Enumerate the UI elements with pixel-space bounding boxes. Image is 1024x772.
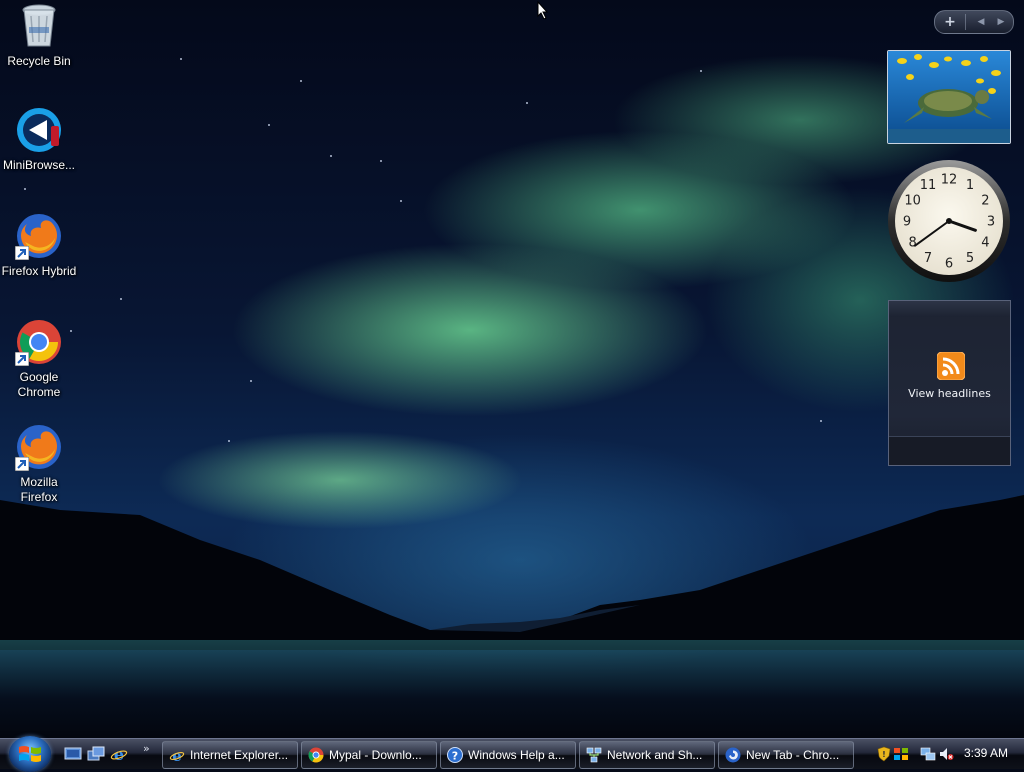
clock-numeral: 2 (981, 194, 989, 209)
clock-numeral: 5 (966, 251, 974, 266)
taskbar-item-internet-explorer[interactable]: e Internet Explorer... (162, 741, 298, 769)
chrome-icon (15, 318, 63, 366)
rss-icon (937, 352, 965, 380)
clock-numeral: 1 (966, 178, 974, 193)
taskbar-item-network-sharing[interactable]: Network and Sh... (579, 741, 715, 769)
sidebar-controls: + ◀ ▶ (934, 10, 1014, 34)
clock-numeral: 9 (903, 215, 911, 230)
taskbar-item-new-tab[interactable]: New Tab - Chro... (718, 741, 854, 769)
desktop-icon-label: Mozilla Firefox (20, 475, 58, 504)
clock-numeral: 4 (981, 236, 989, 251)
clock-numeral: 12 (941, 173, 958, 188)
svg-text:!: ! (882, 750, 886, 759)
feed-headlines-gadget[interactable]: View headlines (888, 300, 1011, 466)
firefox-icon (15, 212, 63, 260)
show-desktop-icon[interactable] (64, 745, 82, 763)
view-headlines-link[interactable]: View headlines (889, 387, 1010, 400)
next-page-button[interactable]: ▶ (991, 11, 1011, 33)
taskbar-item-label: Windows Help a... (468, 748, 565, 762)
switch-windows-icon[interactable] (87, 745, 105, 763)
add-gadget-button[interactable]: + (935, 11, 965, 33)
taskbar-item-mypal[interactable]: Mypal - Downlo... (301, 741, 437, 769)
security-shield-icon[interactable]: ! (876, 746, 892, 762)
shortcut-arrow-icon (15, 457, 29, 471)
clock-numeral: 10 (904, 194, 921, 209)
clock-gadget[interactable]: 12 12 3 45678 9 1011 (887, 159, 1011, 283)
mountains-silhouette (0, 495, 1024, 650)
help-icon: ? (447, 747, 463, 763)
desktop-icon-recycle-bin[interactable]: Recycle Bin (0, 2, 78, 69)
volume-muted-icon[interactable] (938, 746, 954, 762)
chrome-icon (308, 747, 324, 763)
clock-numeral: 11 (920, 178, 937, 193)
lake-reflection (0, 640, 1024, 738)
network-icon (586, 747, 602, 763)
recycle-bin-icon (15, 2, 63, 50)
sea-turtle-photo (888, 51, 1010, 143)
taskbar: e » e Internet Explorer... Mypal - Downl… (0, 736, 1024, 772)
windows-update-icon[interactable] (893, 746, 909, 762)
svg-text:e: e (114, 745, 124, 763)
feed-gadget-header (889, 301, 1010, 317)
desktop-icon-mozilla-firefox[interactable]: Mozilla Firefox (0, 423, 78, 505)
desktop-icon-minibrowser[interactable]: MiniBrowse... (0, 106, 78, 173)
slideshow-gadget[interactable] (887, 50, 1011, 144)
clock-numeral: 3 (987, 215, 995, 230)
clock-numeral: 7 (924, 251, 932, 266)
feed-gadget-footer (889, 436, 1010, 465)
minibrowser-icon (15, 106, 63, 154)
internet-explorer-icon[interactable]: e (110, 745, 128, 763)
taskbar-item-label: Network and Sh... (607, 748, 703, 762)
shortcut-arrow-icon (15, 246, 29, 260)
mouse-cursor-icon (537, 1, 549, 19)
start-button[interactable] (9, 736, 51, 772)
network-status-icon[interactable] (920, 746, 936, 762)
taskbar-item-label: Internet Explorer... (190, 748, 289, 762)
shortcut-arrow-icon (15, 352, 29, 366)
firefox-icon (15, 423, 63, 471)
taskbar-item-windows-help[interactable]: ? Windows Help a... (440, 741, 576, 769)
desktop-icon-label: MiniBrowse... (2, 158, 76, 172)
desktop-icon-google-chrome[interactable]: Google Chrome (0, 318, 78, 400)
taskbar-clock[interactable]: 3:39 AM (964, 746, 1008, 760)
desktop-wallpaper (0, 0, 1024, 738)
browser-icon (725, 747, 741, 763)
desktop-icon-label: Google Chrome (17, 370, 61, 399)
internet-explorer-icon: e (169, 747, 185, 763)
previous-page-button[interactable]: ◀ (971, 11, 991, 33)
windows-logo-icon (19, 746, 41, 762)
clock-numeral: 8 (908, 236, 916, 251)
desktop-icon-label: Recycle Bin (7, 54, 71, 68)
quick-launch-more-button[interactable]: » (143, 742, 150, 755)
clock-numeral: 6 (945, 257, 953, 272)
desktop-icon-firefox-hybrid[interactable]: Firefox Hybrid (0, 212, 78, 279)
desktop-icon-label: Firefox Hybrid (1, 264, 77, 278)
taskbar-item-label: Mypal - Downlo... (329, 748, 422, 762)
taskbar-item-label: New Tab - Chro... (746, 748, 840, 762)
sidebar-controls-separator (965, 14, 966, 30)
svg-text:?: ? (452, 750, 458, 763)
